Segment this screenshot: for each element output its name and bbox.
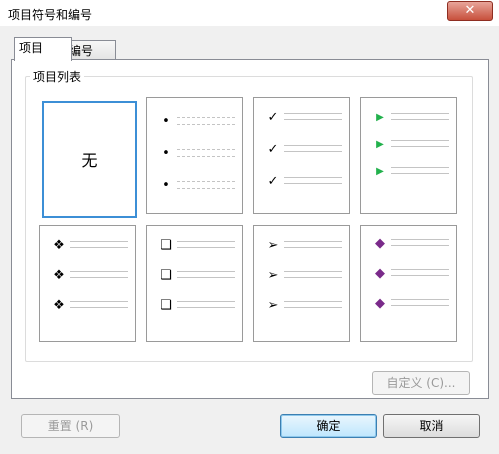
arrowhead-icon: ➢	[267, 298, 279, 313]
bullet-style-green-arrow[interactable]: ▶ ▶ ▶	[360, 97, 457, 214]
bullet-dot-icon: •	[162, 114, 170, 129]
bullet-dot-icon: •	[162, 146, 170, 161]
purple-book-icon: ◆	[375, 266, 385, 281]
purple-book-icon: ◆	[375, 296, 385, 311]
bullet-style-checkmark[interactable]: ✓ ✓ ✓	[253, 97, 350, 214]
none-label: 无	[81, 151, 98, 170]
four-diamond-icon: ❖	[53, 298, 65, 313]
green-arrow-icon: ▶	[376, 166, 384, 177]
arrowhead-icon: ➢	[267, 238, 279, 253]
customize-button[interactable]: 自定义 (C)...	[372, 371, 470, 395]
reset-button[interactable]: 重置 (R)	[21, 414, 120, 438]
bullet-style-arrowhead[interactable]: ➢ ➢ ➢	[253, 225, 350, 342]
group-label: 项目列表	[30, 68, 85, 85]
cancel-button[interactable]: 取消	[383, 414, 480, 438]
green-arrow-icon: ▶	[376, 112, 384, 123]
tab-label: 项目	[19, 41, 44, 55]
hollow-square-icon: ❑	[160, 268, 172, 283]
purple-book-icon: ◆	[375, 236, 385, 251]
checkmark-icon: ✓	[267, 174, 279, 189]
green-arrow-icon: ▶	[376, 139, 384, 150]
bullet-style-purple-book[interactable]: ◆ ◆ ◆	[360, 225, 457, 342]
bullet-style-none[interactable]: 无	[42, 101, 137, 218]
bullet-style-four-diamond[interactable]: ❖ ❖ ❖	[39, 225, 136, 342]
bullet-style-hollow-square[interactable]: ❑ ❑ ❑	[146, 225, 243, 342]
window-title: 项目符号和编号	[8, 8, 93, 22]
bullet-style-dot[interactable]: • • •	[146, 97, 243, 214]
four-diamond-icon: ❖	[53, 268, 65, 283]
close-button[interactable]: ✕	[447, 1, 493, 21]
arrowhead-icon: ➢	[267, 268, 279, 283]
checkmark-icon: ✓	[267, 142, 279, 157]
hollow-square-icon: ❑	[160, 298, 172, 313]
tab-label: 编号	[69, 44, 94, 58]
tab-bullets[interactable]: 项目	[14, 37, 72, 61]
checkmark-icon: ✓	[267, 110, 279, 125]
ok-button[interactable]: 确定	[280, 414, 377, 438]
hollow-square-icon: ❑	[160, 238, 172, 253]
four-diamond-icon: ❖	[53, 238, 65, 253]
bullet-dot-icon: •	[162, 178, 170, 193]
close-icon: ✕	[464, 3, 476, 18]
title-bar: 项目符号和编号 ✕	[0, 0, 499, 26]
